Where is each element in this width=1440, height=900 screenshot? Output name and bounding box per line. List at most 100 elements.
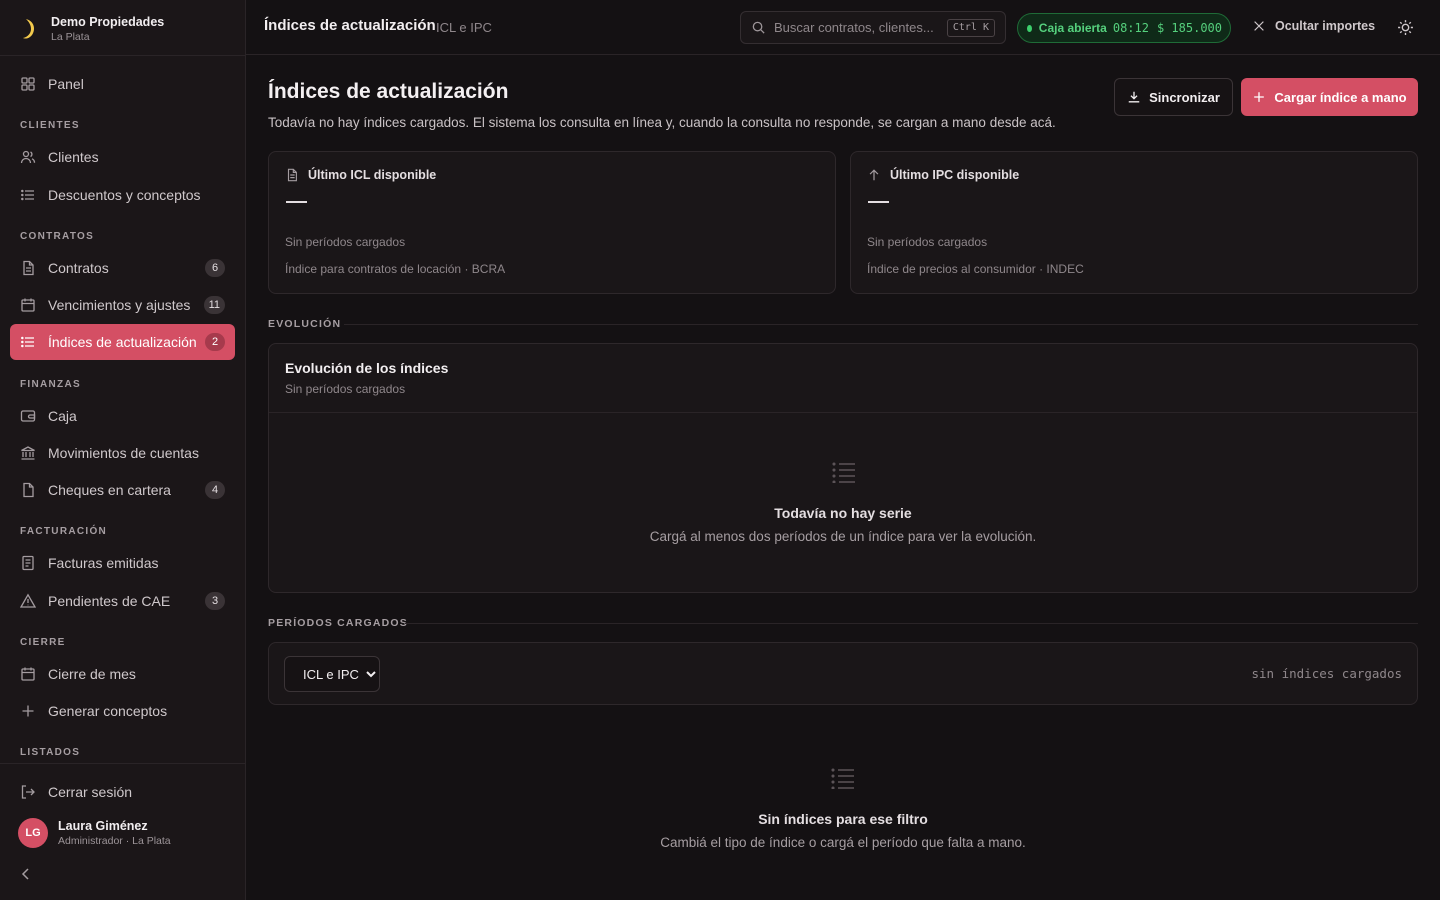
sidebar-item-label: Pendientes de CAE <box>48 593 171 609</box>
evolution-title: Evolución de los índices <box>285 360 449 376</box>
arrow-up-icon <box>869 169 879 181</box>
user-profile[interactable]: LG Laura Giménez Administrador · La Plat… <box>18 818 171 848</box>
sidebar-item-facturas[interactable]: Facturas emitidas <box>10 545 235 581</box>
logout-label: Cerrar sesión <box>48 784 133 800</box>
empty-state-subtitle: Cargá al menos dos períodos de un índice… <box>649 529 1037 544</box>
sidebar-section-finanzas: FINANZAS <box>20 379 81 390</box>
logout-icon <box>20 784 36 800</box>
section-divider <box>344 324 1418 325</box>
hide-amounts-button[interactable]: Ocultar importes <box>1252 19 1375 33</box>
wallet-icon <box>20 408 36 424</box>
sidebar-item-label: Descuentos y conceptos <box>48 187 201 203</box>
index-type-select[interactable]: ICL e IPC <box>284 656 380 692</box>
periods-count-note: sin índices cargados <box>1251 666 1402 681</box>
section-divider <box>405 623 1418 624</box>
ipc-status: Sin períodos cargados <box>867 235 988 249</box>
sidebar-item-pendientes[interactable]: Pendientes de CAE 3 <box>10 583 235 619</box>
sidebar-item-contratos[interactable]: Contratos 6 <box>10 250 235 286</box>
cash-status-badge[interactable]: Caja abierta 08:12 $ 185.000 <box>1017 13 1231 43</box>
count-badge: 2 <box>205 333 225 351</box>
sidebar-item-label: Cierre de mes <box>48 666 136 682</box>
sidebar-item-label: Caja <box>48 408 77 424</box>
sidebar-section-listados: LISTADOS <box>20 747 81 758</box>
page-title-topbar: Índices de actualización <box>264 17 436 34</box>
sidebar-item-generar[interactable]: Generar conceptos <box>10 693 235 729</box>
load-index-button[interactable]: Cargar índice a mano <box>1241 78 1418 116</box>
brand-city: La Plata <box>51 31 90 43</box>
count-badge: 4 <box>205 481 225 499</box>
search-box[interactable]: Ctrl K <box>740 11 1006 44</box>
sidebar-divider <box>0 55 245 56</box>
file-icon <box>20 482 36 498</box>
bank-icon <box>20 445 36 461</box>
sidebar-item-label: Índices de actualización <box>48 334 197 350</box>
list-icon <box>832 462 855 483</box>
icl-card-title: Último ICL disponible <box>308 168 437 182</box>
shortcut-hint: Ctrl K <box>946 19 995 37</box>
icl-status: Sin períodos cargados <box>285 235 406 249</box>
alert-icon <box>20 593 36 609</box>
sidebar-item-movimientos[interactable]: Movimientos de cuentas <box>10 435 235 471</box>
sun-icon[interactable] <box>1397 19 1414 36</box>
ipc-card-header: Último IPC disponible <box>867 168 1019 182</box>
load-index-label: Cargar índice a mano <box>1274 89 1407 105</box>
sidebar-item-label: Facturas emitidas <box>48 555 159 571</box>
sidebar-section-clientes: CLIENTES <box>20 120 80 131</box>
sidebar-item-clientes[interactable]: Clientes <box>10 139 235 175</box>
sidebar-item-label: Generar conceptos <box>48 703 168 719</box>
empty-state-title: Todavía no hay serie <box>774 505 912 521</box>
plus-icon <box>1254 92 1265 102</box>
file-icon <box>287 168 297 182</box>
ipc-card-title: Último IPC disponible <box>890 168 1020 182</box>
empty-value-dash <box>286 201 307 203</box>
topbar: Índices de actualización ICL e IPC Ctrl … <box>246 0 1440 55</box>
sidebar-item-indices[interactable]: Índices de actualización 2 <box>10 324 235 360</box>
ipc-card: Último IPC disponible Sin períodos carga… <box>850 151 1418 294</box>
count-badge: 6 <box>205 259 225 277</box>
icl-card: Último ICL disponible Sin períodos carga… <box>268 151 836 294</box>
icl-card-header: Último ICL disponible <box>285 168 436 182</box>
empty-value-dash <box>868 201 889 203</box>
users-icon <box>20 149 36 165</box>
brand-name: Demo Propiedades <box>51 15 165 29</box>
periods-empty-title: Sin índices para ese filtro <box>758 811 928 827</box>
user-role: Administrador · La Plata <box>58 835 171 847</box>
evolution-subtitle: Sin períodos cargados <box>285 382 406 396</box>
card-divider <box>269 412 1417 413</box>
list-icon <box>20 334 36 350</box>
file-icon <box>20 260 36 276</box>
sidebar-divider <box>0 763 245 764</box>
user-name: Laura Giménez <box>58 819 148 833</box>
periods-empty-subtitle: Cambiá el tipo de índice o cargá el perí… <box>660 835 1026 850</box>
sidebar-item-vencimientos[interactable]: Vencimientos y ajustes 11 <box>10 287 235 323</box>
cash-label: Caja abierta <box>1038 21 1107 35</box>
sidebar-item-label: Movimientos de cuentas <box>48 445 199 461</box>
sidebar-item-label: Contratos <box>48 260 109 276</box>
sidebar-item-descuentos[interactable]: Descuentos y conceptos <box>10 177 235 213</box>
brand[interactable]: Demo Propiedades La Plata <box>20 12 164 46</box>
search-input[interactable] <box>774 20 944 35</box>
calendar-icon <box>20 297 36 313</box>
status-dot <box>1027 24 1032 32</box>
count-badge: 3 <box>205 592 225 610</box>
sidebar-item-panel[interactable]: Panel <box>10 66 235 102</box>
sidebar-item-cierre-mes[interactable]: Cierre de mes <box>10 656 235 692</box>
sync-button[interactable]: Sincronizar <box>1114 78 1233 116</box>
list-icon <box>20 187 36 203</box>
list-icon <box>831 768 854 789</box>
sidebar-section-contratos: CONTRATOS <box>20 231 95 242</box>
cash-time: 08:12 <box>1112 21 1149 35</box>
hide-amounts-label: Ocultar importes <box>1275 19 1376 33</box>
section-label-periodos: PERÍODOS CARGADOS <box>268 617 408 629</box>
count-badge: 11 <box>203 296 225 314</box>
icl-description: Índice para contratos de locación · BCRA <box>285 262 506 276</box>
sidebar-item-label: Panel <box>48 76 84 92</box>
chevron-left-icon[interactable] <box>18 866 34 882</box>
sidebar-item-cheques[interactable]: Cheques en cartera 4 <box>10 472 235 508</box>
close-icon <box>1254 21 1264 31</box>
logout-button[interactable]: Cerrar sesión <box>10 774 235 810</box>
plus-icon <box>20 703 36 719</box>
sidebar-item-label: Vencimientos y ajustes <box>48 297 191 313</box>
sidebar-item-caja[interactable]: Caja <box>10 398 235 434</box>
calendar-icon <box>20 666 36 682</box>
